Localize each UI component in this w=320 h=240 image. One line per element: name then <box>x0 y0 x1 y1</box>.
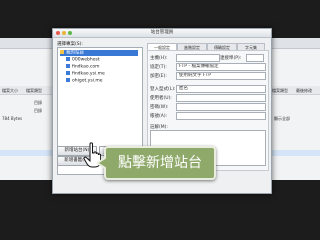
tree-item-site[interactable]: ohigot.ysi.me <box>66 78 103 84</box>
tree-item-label: findkao.ysi.me <box>72 71 105 77</box>
zoom-icon[interactable] <box>68 31 72 35</box>
account-input[interactable] <box>176 112 266 120</box>
encryption-select[interactable]: 使用純文字 FTP <box>176 72 266 80</box>
server-icon <box>66 57 70 61</box>
server-icon <box>66 64 70 68</box>
port-input[interactable] <box>246 54 264 62</box>
tree-item-label: 我的站台 <box>66 50 84 56</box>
background-right-col-modified: 最後修改 <box>296 88 312 93</box>
user-input[interactable] <box>176 94 266 102</box>
instruction-callout: 點擊新增站台 <box>96 146 216 180</box>
background-left-dir-1: 目錄 <box>34 100 42 105</box>
host-label: 主機(H): <box>150 56 168 61</box>
port-label: 連接埠(P): <box>220 56 242 61</box>
background-left-col-type: 檔案類型 <box>26 88 42 93</box>
account-label: 帳號(A): <box>150 114 168 119</box>
minimize-icon[interactable] <box>62 31 66 35</box>
dialog-title: 站台管理員 <box>53 29 271 38</box>
background-left-col-size: 檔案大小 <box>2 88 18 93</box>
instruction-text: 點擊新增站台 <box>118 155 202 171</box>
user-label: 使用者(U): <box>150 96 172 101</box>
logon-type-select[interactable]: 匿名 <box>176 85 266 93</box>
host-input[interactable] <box>176 54 220 62</box>
password-label: 密碼(W): <box>150 105 169 110</box>
protocol-select[interactable]: FTP - 檔案傳輸協定 <box>176 63 266 71</box>
tree-item-label: 000webhost <box>72 57 100 63</box>
server-icon <box>66 71 70 75</box>
tree-item-site[interactable]: findkao.com <box>66 64 100 70</box>
encryption-label: 加密(E): <box>150 74 167 79</box>
password-input[interactable] <box>176 103 266 111</box>
tree-item-label: findkao.com <box>72 64 100 70</box>
tree-item-my-sites[interactable]: 我的站台 <box>60 50 138 56</box>
folder-icon <box>60 50 64 54</box>
tree-item-label: ohigot.ysi.me <box>72 78 103 84</box>
tree-item-site[interactable]: 000webhost <box>66 57 100 63</box>
background-left-dir-2: 目錄 <box>34 108 42 113</box>
protocol-label: 協定(T): <box>150 65 167 70</box>
close-icon[interactable] <box>56 31 60 35</box>
server-icon <box>66 78 70 82</box>
background-status-left: 784 Bytes <box>2 116 23 121</box>
logon-type-label: 登入型式(L): <box>150 87 176 92</box>
tree-item-site[interactable]: findkao.ysi.me <box>66 71 105 77</box>
background-status-right: 顯示全部 <box>274 116 290 121</box>
background-right-col-type: 檔案類型 <box>272 88 288 93</box>
